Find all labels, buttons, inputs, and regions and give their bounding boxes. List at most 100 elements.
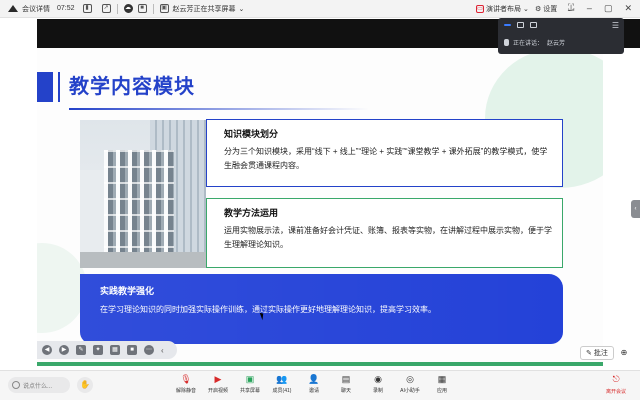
- building-photo: [80, 120, 206, 268]
- next-slide-icon[interactable]: ▶: [59, 345, 69, 355]
- meeting-time: 07:52: [57, 5, 75, 12]
- meeting-info[interactable]: 会议详情 07:52: [22, 4, 75, 14]
- chat-placeholder: 说点什么...: [23, 383, 53, 390]
- slide-title: 教学内容模块: [69, 76, 195, 98]
- screen-share-status-icon: ▣: [159, 4, 169, 13]
- cloud-icon[interactable]: ☁: [123, 4, 133, 13]
- pen-icon[interactable]: ✎: [76, 345, 86, 355]
- laser-pointer-icon[interactable]: ✦: [93, 345, 103, 355]
- share-screen-button[interactable]: ▣ 共享屏幕: [234, 373, 266, 395]
- record-button[interactable]: ◉ 录制: [362, 373, 394, 395]
- divider: [116, 3, 118, 14]
- sharing-status-text: 赵云芳正在共享屏幕: [172, 5, 236, 13]
- speaker-name: 赵云芳: [547, 41, 566, 47]
- window-controls: ⊥ – ▢ ✕: [567, 3, 632, 14]
- slides-grid-icon[interactable]: ▦: [110, 345, 120, 355]
- network-signal-icon[interactable]: ▮: [82, 4, 92, 13]
- chevron-down-icon: ⌄: [523, 6, 529, 13]
- members-icon: 👥: [276, 373, 288, 384]
- panel-menu-icon[interactable]: ☰: [612, 21, 619, 30]
- title-accent-bar: [37, 72, 53, 102]
- members-button[interactable]: 👥 成员(41): [266, 373, 298, 395]
- layout-switch[interactable]: ▭ 演讲者布局 ⌄: [476, 4, 529, 14]
- shared-slide: 教学内容模块 知识模块划分 分为三个知识模块，采用“线下 + 线上”“理论 + …: [37, 48, 603, 366]
- title-accent-line: [58, 72, 60, 102]
- practice-teaching-card: 实践教学强化 在学习理论知识的同时加强实际操作训练，通过实际操作更好地理解理论知…: [80, 274, 563, 344]
- card-title: 教学方法运用: [224, 208, 279, 218]
- slide-toolbar: ◀ ▶ ✎ ✦ ▦ ■ ⋯ ‹: [37, 341, 177, 359]
- apps-button[interactable]: ▦ 应用: [426, 373, 458, 395]
- side-panel-toggle-icon[interactable]: ‹: [631, 200, 640, 218]
- panel-view-switch: [498, 18, 624, 32]
- exit-icon: ⎋: [612, 374, 620, 384]
- share-out-icon[interactable]: ↗: [101, 4, 111, 13]
- collapse-toolbar-icon[interactable]: ‹: [161, 346, 164, 355]
- invite-button[interactable]: 👤 邀请: [298, 373, 330, 395]
- divider: [152, 3, 154, 14]
- app-logo-icon: [8, 5, 19, 12]
- tool-label: AI小助手: [400, 388, 420, 394]
- pin-icon[interactable]: ⊥: [567, 3, 575, 14]
- unmute-button[interactable]: 🎙 解除静音: [170, 373, 202, 395]
- tool-label: 解除静音: [175, 388, 196, 394]
- previous-slide-icon[interactable]: ◀: [42, 345, 52, 355]
- tool-label: 开启视频: [207, 388, 228, 394]
- invite-icon: 👤: [308, 373, 320, 384]
- ai-assistant-icon: ◎: [406, 373, 414, 384]
- leave-meeting-button[interactable]: ⎋ 离开会议: [600, 374, 632, 395]
- slide-bottom-strip: [37, 362, 603, 366]
- maximize-icon[interactable]: ▢: [604, 3, 613, 14]
- close-icon[interactable]: ✕: [624, 3, 632, 14]
- tool-label: 聊天: [340, 388, 351, 394]
- minimize-panel-icon[interactable]: [504, 24, 511, 26]
- teaching-method-card: 教学方法运用 运用实物展示法，课前准备好会计凭证、账簿、报表等实物，在讲解过程中…: [206, 198, 563, 268]
- share-screen-icon: ▣: [245, 373, 255, 384]
- speaking-label: 正在讲话：: [513, 41, 544, 47]
- title-underline: [69, 108, 369, 110]
- annotation-button[interactable]: ✎ 批注: [580, 346, 614, 360]
- start-video-button[interactable]: ▶ 开启视频: [202, 373, 234, 395]
- gear-icon: ⚙: [535, 6, 542, 13]
- smile-icon: [12, 381, 20, 389]
- tool-label: 应用: [436, 388, 447, 394]
- settings-label: 设置: [543, 6, 558, 13]
- more-options-icon[interactable]: ⋯: [144, 345, 154, 355]
- knowledge-module-card: 知识模块划分 分为三个知识模块，采用“线下 + 线上”“理论 + 实践”“课堂教…: [206, 119, 563, 187]
- quick-chat-input[interactable]: 说点什么...: [8, 377, 70, 393]
- building-ground: [80, 252, 206, 268]
- apps-icon: ▦: [437, 373, 447, 384]
- mic-off-icon: 🎙: [180, 373, 192, 384]
- card-title: 知识模块划分: [224, 129, 279, 139]
- layout-label: 演讲者布局: [486, 6, 521, 13]
- mic-icon: [504, 39, 509, 46]
- speaker-indicator: 正在讲话： 赵云芳: [504, 38, 565, 47]
- building-floors: [104, 150, 174, 268]
- floating-video-panel[interactable]: ☰ 正在讲话： 赵云芳: [498, 18, 624, 54]
- video-off-icon: ▶: [214, 373, 222, 384]
- meeting-control-bar: 说点什么... ✋ 🎙 解除静音 ▶ 开启视频 ▣ 共享屏幕 👥 成员(41) …: [0, 370, 640, 400]
- leave-label: 离开会议: [605, 389, 626, 395]
- card-body: 分为三个知识模块，采用“线下 + 线上”“理论 + 实践”“课堂教学 + 课外拓…: [224, 147, 548, 170]
- settings-button[interactable]: ⚙ 设置: [535, 4, 557, 14]
- zoom-icon[interactable]: ⊕: [617, 346, 631, 360]
- tool-label: 录制: [372, 388, 383, 394]
- card-title: 实践教学强化: [100, 286, 155, 296]
- layout-icon: ▭: [476, 5, 484, 13]
- tool-label: 成员(41): [272, 388, 292, 394]
- minimize-icon[interactable]: –: [587, 3, 592, 14]
- tool-label: 共享屏幕: [239, 388, 260, 394]
- card-body: 在学习理论知识的同时加强实际操作训练，通过实际操作更好地理解理论知识，提高学习效…: [100, 305, 436, 314]
- annotation-label: 批注: [593, 350, 608, 357]
- meeting-label: 会议详情: [22, 5, 50, 13]
- raise-hand-icon[interactable]: ✋: [77, 377, 93, 393]
- list-view-icon[interactable]: [530, 22, 537, 28]
- chat-button[interactable]: ▤ 聊天: [330, 374, 362, 395]
- ai-assistant-button[interactable]: ◎ AI小助手: [394, 373, 426, 395]
- camera-icon[interactable]: ■: [127, 345, 137, 355]
- record-icon: ◉: [374, 373, 382, 384]
- shield-icon[interactable]: ■: [137, 4, 147, 13]
- single-view-icon[interactable]: [517, 22, 524, 28]
- sharing-dropdown-icon[interactable]: ⌄: [239, 5, 245, 13]
- card-body: 运用实物展示法，课前准备好会计凭证、账簿、报表等实物，在讲解过程中展示实物，便于…: [224, 226, 552, 249]
- meeting-tools: 🎙 解除静音 ▶ 开启视频 ▣ 共享屏幕 👥 成员(41) 👤 邀请 ▤ 聊天 …: [170, 373, 458, 395]
